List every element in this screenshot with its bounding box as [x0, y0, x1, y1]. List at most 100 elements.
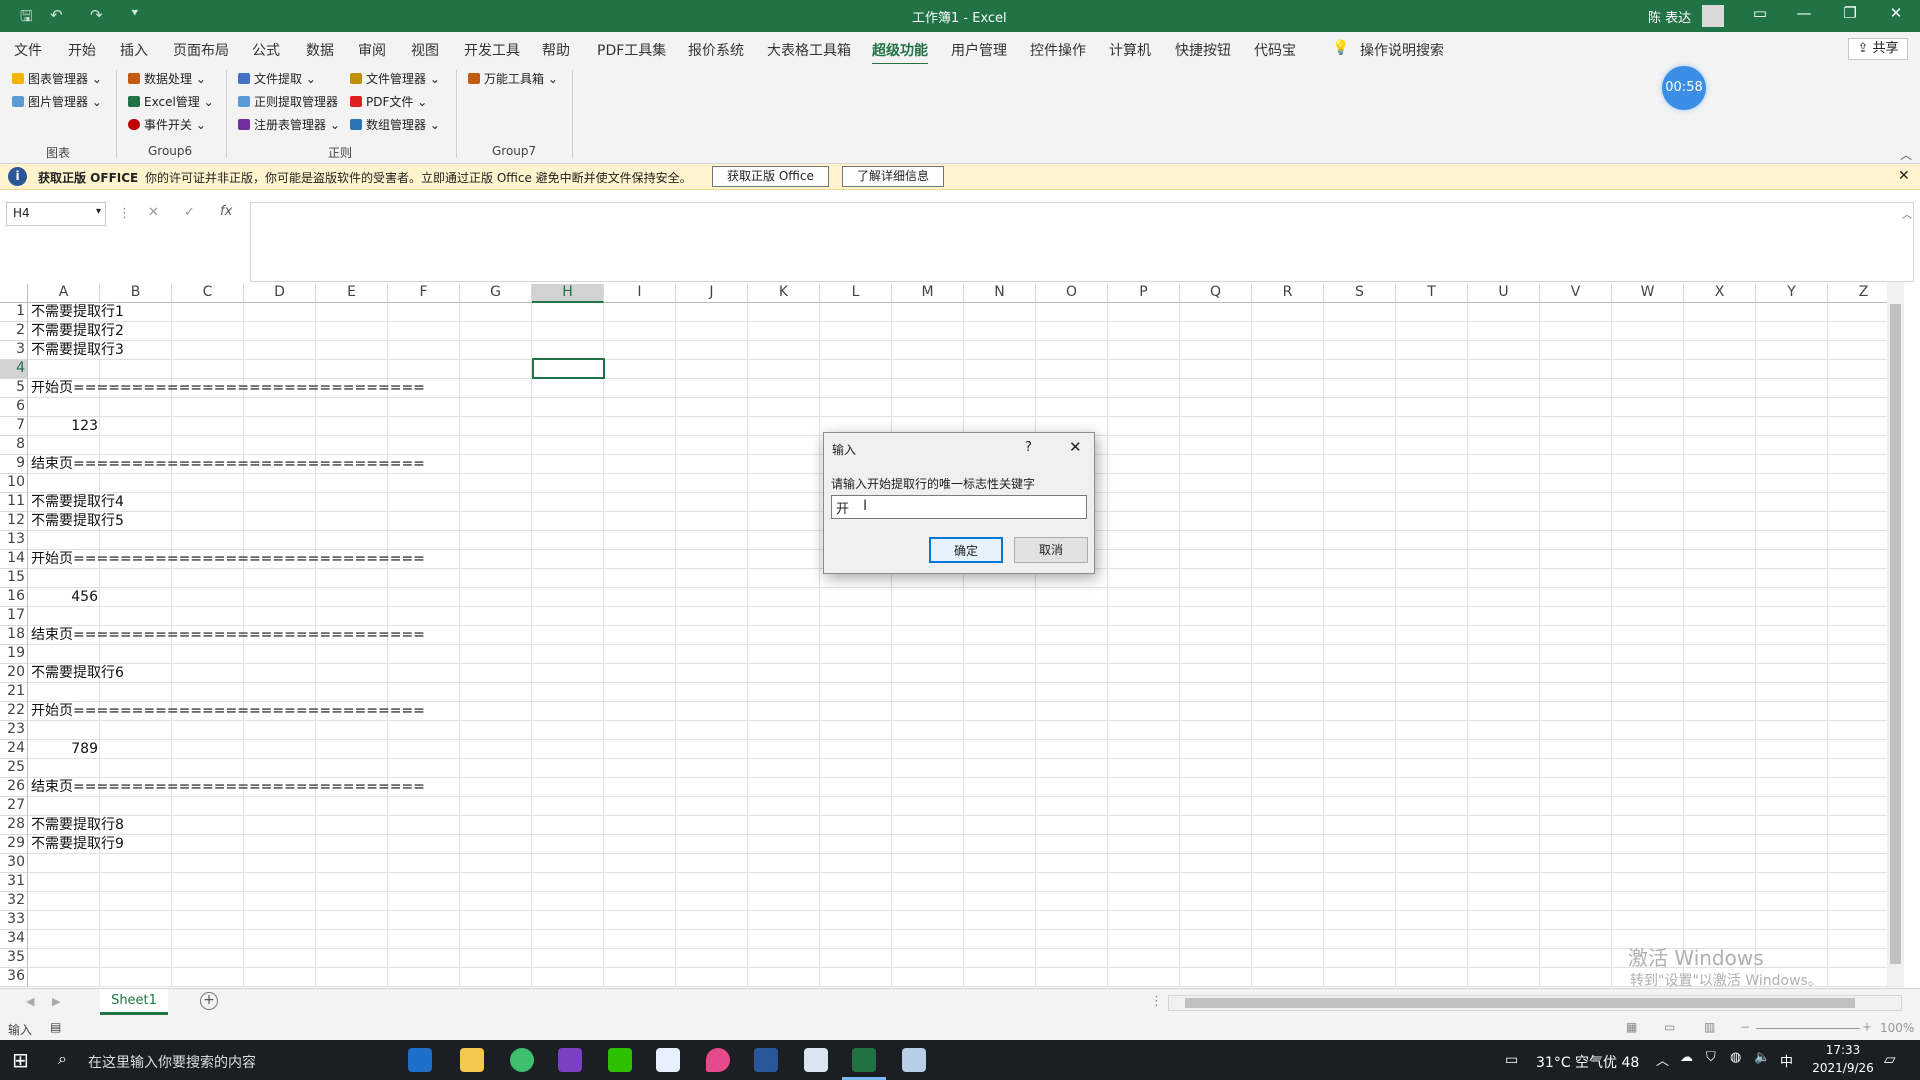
row-header[interactable]: 11: [0, 493, 28, 512]
column-header[interactable]: D: [244, 284, 316, 303]
file-extract-button[interactable]: 文件提取 ⌄: [238, 70, 316, 87]
tab-quote-system[interactable]: 报价系统: [688, 40, 744, 60]
cell-value[interactable]: 结束页==============================: [31, 626, 425, 645]
worksheet-grid[interactable]: ABCDEFGHIJKLMNOPQRSTUVWXYZ 1 2 3 4 5 6 7 8 9 10 11…: [0, 282, 1904, 988]
sheet-tab-sheet1[interactable]: Sheet1: [100, 989, 168, 1015]
tab-formulas[interactable]: 公式: [252, 40, 280, 60]
visual-studio-icon[interactable]: [558, 1048, 582, 1072]
add-sheet-icon[interactable]: +: [200, 992, 218, 1010]
row-header[interactable]: 12: [0, 512, 28, 531]
column-header[interactable]: A: [28, 284, 100, 303]
column-header[interactable]: Q: [1180, 284, 1252, 303]
collapse-ribbon-icon[interactable]: ︿: [1900, 146, 1912, 163]
row-header[interactable]: 24: [0, 740, 28, 759]
column-header[interactable]: N: [964, 284, 1036, 303]
column-header[interactable]: C: [172, 284, 244, 303]
file-explorer-icon[interactable]: [460, 1048, 484, 1072]
cell-value[interactable]: 开始页==============================: [31, 550, 425, 569]
tab-data[interactable]: 数据: [306, 40, 334, 60]
wechat-icon[interactable]: [608, 1048, 632, 1072]
registry-manager-button[interactable]: 注册表管理器 ⌄: [238, 116, 340, 133]
row-header[interactable]: 1: [0, 303, 28, 322]
row-header[interactable]: 3: [0, 341, 28, 360]
excel-manage-button[interactable]: Excel管理 ⌄: [128, 93, 214, 110]
row-header[interactable]: 32: [0, 892, 28, 911]
cell-value[interactable]: 123: [28, 417, 98, 436]
row-header[interactable]: 18: [0, 626, 28, 645]
row-header[interactable]: 27: [0, 797, 28, 816]
redo-icon[interactable]: ↷: [90, 6, 103, 24]
row-header[interactable]: 31: [0, 873, 28, 892]
share-button[interactable]: ⇪ 共享: [1848, 38, 1908, 60]
avatar[interactable]: [1702, 5, 1724, 27]
row-header[interactable]: 36: [0, 968, 28, 987]
next-sheet-icon[interactable]: ▶: [52, 995, 60, 1008]
ie-icon[interactable]: [408, 1048, 432, 1072]
row-header[interactable]: 10: [0, 474, 28, 493]
column-header[interactable]: K: [748, 284, 820, 303]
column-header[interactable]: O: [1036, 284, 1108, 303]
cell-value[interactable]: 不需要提取行3: [31, 341, 124, 360]
regex-extract-manager-button[interactable]: 正则提取管理器: [238, 93, 338, 110]
cell-value[interactable]: 开始页==============================: [31, 379, 425, 398]
row-header[interactable]: 16: [0, 588, 28, 607]
column-header[interactable]: T: [1396, 284, 1468, 303]
windows-start-icon[interactable]: ⊞: [12, 1048, 29, 1072]
row-header[interactable]: 15: [0, 569, 28, 588]
shield-icon[interactable]: ⛉: [1706, 1050, 1716, 1065]
cancel-entry-icon[interactable]: ✕: [148, 205, 159, 220]
user-name[interactable]: 陈 表达: [1648, 7, 1691, 26]
tab-user-management[interactable]: 用户管理: [951, 40, 1007, 60]
column-header[interactable]: Y: [1756, 284, 1828, 303]
timer-badge[interactable]: 00:58: [1662, 66, 1706, 110]
save-icon[interactable]: 🖫: [20, 6, 33, 31]
row-header[interactable]: 33: [0, 911, 28, 930]
cell-value[interactable]: 不需要提取行2: [31, 322, 124, 341]
pinwheel-app-icon[interactable]: [656, 1048, 680, 1072]
row-header[interactable]: 34: [0, 930, 28, 949]
tab-pdf-tools[interactable]: PDF工具集: [597, 40, 666, 60]
expand-formula-icon[interactable]: ︿: [1902, 206, 1912, 221]
column-header[interactable]: P: [1108, 284, 1180, 303]
splitter-handle[interactable]: ⋮: [1150, 994, 1163, 1009]
row-header[interactable]: 5: [0, 379, 28, 398]
get-genuine-button[interactable]: 获取正版 Office: [712, 166, 829, 187]
row-header[interactable]: 8: [0, 436, 28, 455]
row-header[interactable]: 26: [0, 778, 28, 797]
macro-record-icon[interactable]: ▤: [50, 1020, 61, 1034]
notepad-app-icon[interactable]: [902, 1048, 926, 1072]
dialog-close-icon[interactable]: ✕: [1069, 438, 1082, 456]
column-header[interactable]: V: [1540, 284, 1612, 303]
vertical-scroll-thumb[interactable]: [1890, 304, 1901, 964]
clock-date[interactable]: 2021/9/26: [1800, 1061, 1886, 1075]
confirm-entry-icon[interactable]: ✓: [184, 205, 195, 220]
tab-shortcut-buttons[interactable]: 快捷按钮: [1175, 40, 1231, 60]
minimize-icon[interactable]: —: [1784, 4, 1824, 22]
column-header[interactable]: M: [892, 284, 964, 303]
help-button[interactable]: ?: [1025, 440, 1032, 455]
horizontal-scroll-thumb[interactable]: [1185, 998, 1855, 1008]
network-icon[interactable]: ◍: [1730, 1050, 1741, 1065]
restore-icon[interactable]: ❐: [1830, 4, 1870, 22]
zoom-out-icon[interactable]: −: [1740, 1020, 1750, 1034]
tab-control-ops[interactable]: 控件操作: [1030, 40, 1086, 60]
event-switch-button[interactable]: 事件开关 ⌄: [128, 116, 206, 133]
row-header[interactable]: 23: [0, 721, 28, 740]
tab-page-layout[interactable]: 页面布局: [173, 40, 229, 60]
row-header[interactable]: 21: [0, 683, 28, 702]
customize-qat-icon[interactable]: ⯆: [130, 6, 140, 21]
ribbon-display-icon[interactable]: ▭: [1740, 4, 1780, 22]
page-layout-view-icon[interactable]: ▭: [1664, 1020, 1675, 1034]
ok-button[interactable]: 确定: [929, 537, 1003, 563]
row-header[interactable]: 6: [0, 398, 28, 417]
name-box[interactable]: H4 ▾: [6, 202, 106, 226]
row-header[interactable]: 29: [0, 835, 28, 854]
column-header[interactable]: J: [676, 284, 748, 303]
cell-value[interactable]: 开始页==============================: [31, 702, 425, 721]
universal-toolbox-button[interactable]: 万能工具箱 ⌄: [468, 70, 558, 87]
cell-value[interactable]: 不需要提取行6: [31, 664, 124, 683]
normal-view-icon[interactable]: ▦: [1626, 1020, 1637, 1034]
tab-help[interactable]: 帮助: [542, 40, 570, 60]
word-icon[interactable]: [754, 1048, 778, 1072]
row-header[interactable]: 13: [0, 531, 28, 550]
